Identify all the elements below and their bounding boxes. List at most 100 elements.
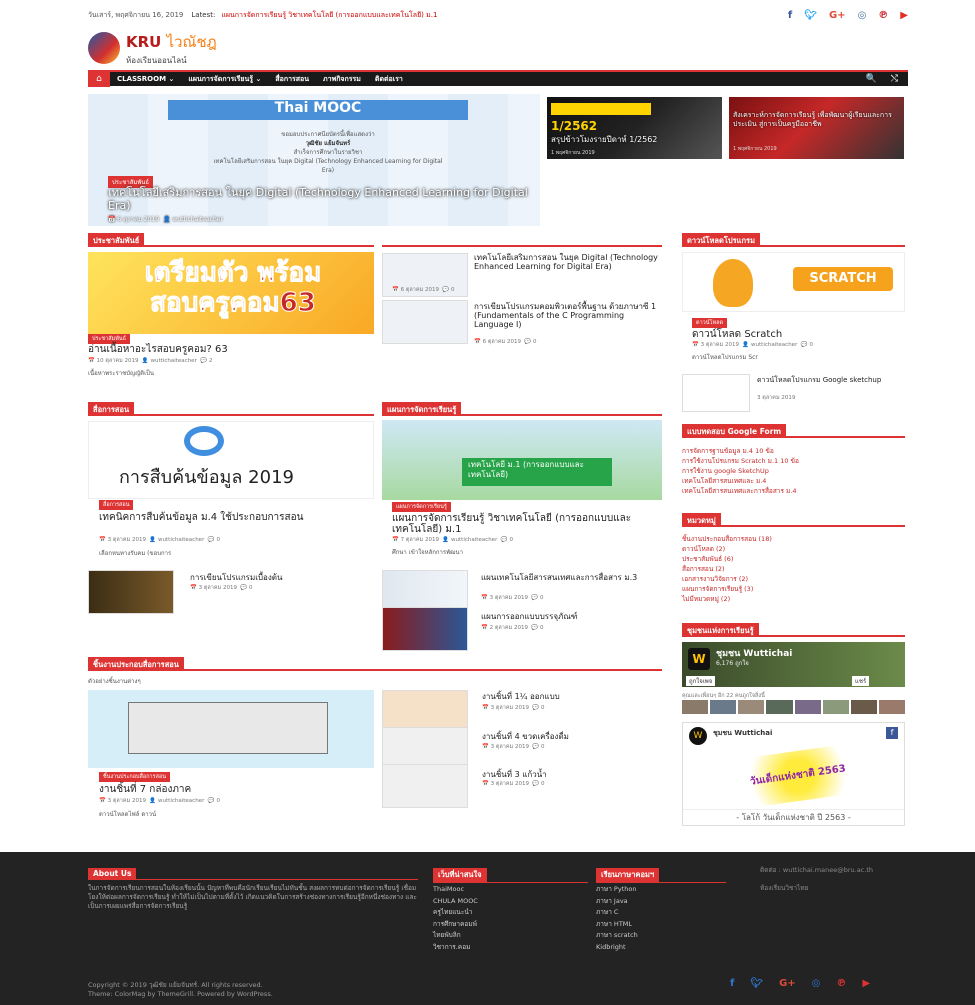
nav-media[interactable]: สื่อการสอน — [275, 74, 309, 85]
twitter-icon[interactable]: 🐦︎ — [804, 10, 817, 21]
list-comments: 0 — [541, 744, 545, 750]
instagram-icon[interactable]: ◎ — [858, 10, 867, 21]
footer-link[interactable]: ThaiMooc — [433, 884, 478, 896]
works-category-badge[interactable]: ชิ้นงานประกอบสื่อการสอน — [99, 772, 171, 782]
pr-main-title[interactable]: อ่านเนื้อหาอะไรสอบครูคอม? 63 — [88, 344, 374, 355]
category-link[interactable]: ชิ้นงานประกอบสื่อการสอน (18) — [682, 534, 905, 544]
test-link[interactable]: การใช้งานโปรแกรม Scratch ม.1 10 ข้อ — [682, 456, 905, 466]
section-title[interactable]: สื่อการสอน — [88, 402, 135, 414]
media-category-badge[interactable]: สื่อการสอน — [99, 500, 134, 510]
media-main-image[interactable]: การสืบค้นข้อมูล 2019 — [88, 421, 374, 499]
test-link[interactable]: การใช้งาน google SketchUp — [682, 466, 905, 476]
plan-list-title[interactable]: แผนเทคโนโลยีสารสนเทศและการสื่อสาร ม.3 — [481, 573, 661, 582]
plan-main-title[interactable]: แผนการจัดการเรียนรู้ วิชาเทคโนโลยี (การอ… — [392, 513, 660, 535]
sketchup-title[interactable]: ดาวน์โหลดโปรแกรม Google sketchup — [757, 376, 897, 385]
works-list-thumb[interactable] — [382, 764, 468, 808]
search-icon[interactable]: 🔍 — [866, 74, 877, 84]
footer-lang-link[interactable]: ภาษา C — [596, 907, 638, 919]
youtube-icon[interactable]: ▶ — [862, 978, 870, 989]
works-list-title[interactable]: งานชิ้นที่ 3 แก้วน้ำ — [482, 770, 662, 779]
scratch-image[interactable]: SCRATCH — [682, 252, 905, 312]
facebook-icon[interactable]: f — [730, 978, 734, 989]
plan-list-thumb[interactable] — [382, 607, 468, 651]
footer-lang-link[interactable]: ภาษา Python — [596, 884, 638, 896]
fb-friends-text: คุณและเพื่อนๆ อีก 22 คนถูกใจสิ่งนี้ — [682, 693, 765, 699]
test-link[interactable]: การจัดการฐานข้อมูล ม.4 10 ข้อ — [682, 446, 905, 456]
list-date: 2 ตุลาคม 2019 — [489, 625, 528, 631]
footer-link[interactable]: ครูไทยแนะนำ — [433, 907, 478, 919]
featured-title[interactable]: เทคโนโลยีเสริมการสอน ในยุค Digital (Tech… — [108, 186, 528, 212]
fb-share-button[interactable]: แชร์ — [852, 676, 870, 686]
nav-lesson-plans[interactable]: แผนการจัดการเรียนรู้ ⌄ — [188, 74, 261, 85]
youtube-icon[interactable]: ▶ — [900, 10, 908, 21]
random-post-icon[interactable]: ⤭ — [891, 74, 898, 84]
pr-list-title[interactable]: การเขียนโปรแกรมคอมพิวเตอร์พื้นฐาน ด้วยภา… — [474, 302, 659, 329]
download-category-badge[interactable]: ดาวน์โหลด — [692, 318, 728, 328]
pr-list-thumb[interactable] — [382, 300, 468, 344]
sketchup-thumb[interactable] — [682, 374, 750, 412]
fb-friend-avatars — [682, 700, 905, 714]
featured-main-post[interactable]: Thai MOOC ขอมอบประกาศนียบัตรนี้เพื่อแสดง… — [88, 94, 540, 226]
pr-list-title[interactable]: เทคโนโลยีเสริมการสอน ในยุค Digital (Tech… — [474, 253, 659, 271]
pinterest-icon[interactable]: ℗ — [836, 978, 846, 989]
featured-small-1[interactable]: 1/2562 สรุปข้าวโมงรายปีดาห์ 1/2562 1 พฤศ… — [547, 97, 722, 159]
feat1-title[interactable]: สรุปข้าวโมงรายปีดาห์ 1/2562 — [551, 135, 657, 144]
footer-link[interactable]: CHULA MOOC — [433, 896, 478, 908]
pr-category-badge[interactable]: ประชาสัมพันธ์ — [88, 334, 130, 344]
facebook-page-widget[interactable]: W ชุมชน Wuttichai 6,176 ถูกใจ ถูกใจเพจ แ… — [682, 642, 905, 687]
footer-link[interactable]: ไทยพับลิก — [433, 930, 478, 942]
section-title[interactable]: ชิ้นงานประกอบสื่อการสอน — [88, 657, 184, 669]
works-main-image[interactable] — [88, 690, 374, 768]
footer-lang-link[interactable]: ภาษา Java — [596, 896, 638, 908]
works-list-title[interactable]: งานชิ้นที่ 4 ขวดเครื่องดื่ม — [482, 732, 662, 741]
plan-category-badge[interactable]: แผนการจัดการเรียนรู้ — [392, 502, 451, 512]
category-link[interactable]: แผนการจัดการเรียนรู้ (3) — [682, 584, 905, 594]
fb-post-card[interactable]: W ชุมชน Wuttichai f วันเด็กแห่งชาติ 2563… — [682, 722, 905, 826]
footer-lang-header: เรียนภาษาคอมฯ — [596, 868, 726, 883]
feat2-title[interactable]: สังเคราะห์การจัดการเรียนรู้ เพื่อพัฒนาผู… — [733, 111, 904, 129]
category-link[interactable]: ไม่มีหมวดหมู่ (2) — [682, 594, 905, 604]
nav-activities[interactable]: ภาพกิจกรรม — [323, 74, 361, 85]
nav-classroom[interactable]: CLASSROOM ⌄ — [117, 75, 174, 83]
works-list-meta: 📅 3 ตุลาคม 2019 💬 0 — [482, 781, 545, 787]
pinterest-icon[interactable]: ℗ — [878, 10, 888, 21]
works-main-title[interactable]: งานชิ้นที่ 7 กล่องภาค — [99, 784, 369, 795]
featured-small-2[interactable]: สังเคราะห์การจัดการเรียนรู้ เพื่อพัฒนาผู… — [729, 97, 904, 159]
instagram-icon[interactable]: ◎ — [812, 978, 821, 989]
home-icon[interactable]: ⌂ — [88, 71, 110, 87]
test-link[interactable]: เทคโนโลยีสารสนเทศและการสื่อสาร ม.4 — [682, 486, 905, 496]
category-link[interactable]: ประชาสัมพันธ์ (6) — [682, 554, 905, 564]
plan-main-image[interactable]: เทคโนโลยี ม.1 (การออกแบบและเทคโนโลยี) — [382, 420, 662, 500]
download-post-title[interactable]: ดาวน์โหลด Scratch — [692, 329, 902, 340]
section-title[interactable]: ประชาสัมพันธ์ — [88, 233, 145, 245]
media-main-title[interactable]: เทคนิคการสืบค้นข้อมูล ม.4 ใช้ประกอบการสอ… — [99, 512, 369, 523]
category-link[interactable]: สื่อการสอน (2) — [682, 564, 905, 574]
fb-post-page[interactable]: ชุมชน Wuttichai — [713, 728, 772, 739]
plan-list-title[interactable]: แผนการออกแบบบรรจุภัณฑ์ — [481, 612, 661, 621]
facebook-icon[interactable]: f — [788, 10, 792, 21]
footer-lang-link[interactable]: ภาษา scratch — [596, 930, 638, 942]
googleplus-icon[interactable]: G+ — [829, 10, 846, 21]
category-link[interactable]: เอกสารงานวิจัยการ (2) — [682, 574, 905, 584]
works-list-meta: 📅 3 ตุลาคม 2019 💬 0 — [482, 744, 545, 750]
footer-link[interactable]: วิชาการ.คอม — [433, 942, 478, 954]
pr-main-image[interactable]: เตรียมตัว พร้อม สอบครูคอม63 — [88, 252, 374, 334]
googleplus-icon[interactable]: G+ — [779, 978, 796, 989]
section-title[interactable]: แผนการจัดการเรียนรู้ — [382, 402, 462, 414]
category-link[interactable]: ดาวน์โหลด (2) — [682, 544, 905, 554]
fb-likes: 6,176 ถูกใจ — [716, 660, 749, 667]
site-logo[interactable]: KRU ไวณัชฎ ห้องเรียนออนไลน์ — [88, 28, 908, 68]
fb-like-button[interactable]: ถูกใจเพจ — [686, 676, 716, 686]
works-list-title[interactable]: งานชิ้นที่ 1¼ ออกแบบ — [482, 692, 662, 701]
media-list-thumb[interactable] — [88, 570, 174, 614]
twitter-icon[interactable]: 🐦︎ — [750, 978, 763, 989]
footer-lang-link[interactable]: ภาษา HTML — [596, 919, 638, 931]
media-list-title[interactable]: การเขียนโปรแกรมเบื้องต้น — [190, 573, 370, 582]
featured-certificate: ขอมอบประกาศนียบัตรนี้เพื่อแสดงว่า วุฒิชั… — [208, 130, 448, 175]
nav-contact[interactable]: ติดต่อเรา — [375, 74, 403, 85]
latest-news-link[interactable]: แผนการจัดการเรียนรู้ วิชาเทคโนโลยี (การอ… — [221, 10, 437, 21]
cert-line: สำเร็จการศึกษาในรายวิชา — [293, 149, 363, 156]
footer-lang-link[interactable]: Kidbright — [596, 942, 638, 954]
test-link[interactable]: เทคโนโลยีสารสนเทศและ ม.4 — [682, 476, 905, 486]
footer-link[interactable]: การศึกษาคอมพ์ — [433, 919, 478, 931]
